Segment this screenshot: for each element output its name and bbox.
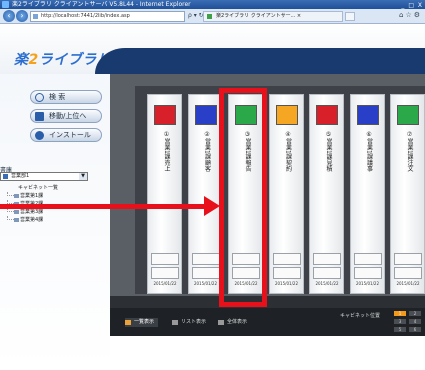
cabinet-position-grid: 1 2 3 4 5 6: [393, 310, 423, 334]
binder-title: ⑤営業1課見積: [325, 131, 332, 172]
tree-item[interactable]: 営業第1課: [4, 192, 94, 200]
tree-item[interactable]: 営業第3課: [4, 208, 94, 216]
binder-label-box: [313, 267, 341, 279]
tree-item-root[interactable]: キャビネット一覧: [4, 184, 94, 192]
search-button[interactable]: 検 索: [30, 90, 102, 104]
back-arrow-icon[interactable]: ‹: [3, 10, 15, 22]
cabinet-cell[interactable]: 2: [408, 310, 422, 317]
search-icon: [35, 93, 44, 102]
binder[interactable]: ⑦営業1課注文 2015/01/22: [390, 94, 425, 294]
binder-label-box: [272, 253, 301, 265]
binder-date: 2015/01/22: [396, 281, 420, 286]
binder-date: 2015/01/22: [355, 281, 380, 286]
browser-toolbar-icons[interactable]: ⌂☆⚙: [399, 11, 422, 19]
install-icon: [35, 131, 44, 140]
list-view-button[interactable]: 一覧表示: [125, 318, 159, 327]
tree-item[interactable]: 営業第4課: [4, 216, 94, 224]
binder-color-tab: [194, 105, 217, 125]
binder-title: ⑥営業1課議事: [365, 131, 373, 172]
binder-title: ①営業1課売上: [163, 131, 170, 172]
binder-label-box: [353, 267, 382, 279]
binder-color-tab: [356, 105, 379, 125]
binder-color-tab: [316, 105, 338, 125]
binder-title: ⑦営業1課注文: [406, 131, 413, 172]
tab-title: 楽2ライブラリ クライアントサー... ×: [216, 13, 302, 19]
highlight-box: [219, 88, 267, 307]
binder-label-box: [394, 253, 422, 265]
binder-date: 2015/01/22: [193, 281, 218, 286]
cabinet-cell[interactable]: 5: [393, 326, 407, 333]
ie-app-icon: [2, 1, 9, 8]
cabinet-icon: [14, 194, 19, 198]
url-text: http://localhost:7441/2lib/index.asp: [41, 13, 130, 19]
sidebar: 検 索 移動/上位へ インストール 書庫 営業部1 ▼ キャビネット一覧 営業第…: [0, 74, 110, 370]
binder[interactable]: ⑤営業1課見積 2015/01/22: [309, 94, 344, 294]
new-tab-button[interactable]: [345, 12, 355, 21]
binder-title: ④営業1課契約: [284, 131, 292, 172]
shelf-floor: [110, 296, 425, 308]
cabinet-icon: [14, 210, 19, 214]
folder-icon: [35, 112, 44, 121]
binder-date: 2015/01/22: [153, 281, 177, 286]
full-display-button[interactable]: 全体表示: [218, 318, 247, 327]
cabinet-icon: [14, 218, 19, 222]
url-input[interactable]: http://localhost:7441/2lib/index.asp: [30, 11, 185, 22]
cabinet-cell[interactable]: 4: [408, 318, 422, 325]
binder-label-box: [272, 267, 301, 279]
list-display-button[interactable]: リスト表示: [172, 318, 206, 327]
view-toolbar: 一覧表示 リスト表示 全体表示 キャビネット位置 1 2 3 4 5 6: [110, 308, 425, 336]
binder-label-box: [151, 267, 179, 279]
binder-date: 2015/01/22: [274, 281, 299, 286]
binder-date: 2015/01/22: [315, 281, 339, 286]
view-icon: [218, 320, 224, 325]
binder[interactable]: ④営業1課契約 2015/01/22: [268, 94, 304, 294]
header-decoration: [95, 48, 425, 74]
window-title: 楽2ライブラリ クライアントサーバ V5.8L44 - Internet Exp…: [12, 1, 191, 8]
view-icon: [172, 320, 178, 325]
library-icon: [3, 174, 8, 179]
move-up-button[interactable]: 移動/上位へ: [30, 109, 102, 123]
binder-label-box: [191, 253, 220, 265]
view-icon: [125, 320, 131, 325]
address-tools[interactable]: ρ ▾ ↻: [188, 12, 204, 19]
binder[interactable]: ②営業1課顧客 2015/01/22: [187, 94, 223, 294]
library-select[interactable]: 営業部1 ▼: [0, 172, 88, 181]
binder-label-box: [394, 267, 422, 279]
window-title-bar: 楽2ライブラリ クライアントサーバ V5.8L44 - Internet Exp…: [0, 0, 425, 9]
binder-color-tab: [397, 105, 419, 125]
browser-address-bar: ‹ › http://localhost:7441/2lib/index.asp…: [0, 9, 425, 24]
install-button[interactable]: インストール: [30, 128, 102, 142]
binder-color-tab: [275, 105, 298, 125]
binder[interactable]: ⑥営業1課議事 2015/01/22: [349, 94, 385, 294]
binder-label-box: [151, 253, 179, 265]
browser-tab[interactable]: 楽2ライブラリ クライアントサー... ×: [203, 11, 343, 22]
binder[interactable]: ①営業1課売上 2015/01/22: [147, 94, 182, 294]
page-icon: [33, 14, 38, 19]
cabinet-cell[interactable]: 1: [393, 310, 407, 317]
chevron-down-icon[interactable]: ▼: [79, 173, 87, 180]
annotation-arrow: [0, 204, 208, 209]
binder-color-tab: [154, 105, 176, 125]
annotation-arrow-head: [204, 196, 220, 216]
binder-label-box: [313, 253, 341, 265]
forward-arrow-icon[interactable]: ›: [16, 10, 28, 22]
tab-favicon-icon: [207, 14, 212, 19]
binder-label-box: [191, 267, 220, 279]
binder-label-box: [353, 253, 382, 265]
cabinet-cell[interactable]: 3: [393, 318, 407, 325]
binder-title: ②営業1課顧客: [203, 131, 211, 172]
cabinet-cell[interactable]: 6: [408, 326, 422, 333]
cabinet-position-label: キャビネット位置: [340, 313, 381, 319]
window-controls[interactable]: _ □ X: [401, 1, 423, 9]
